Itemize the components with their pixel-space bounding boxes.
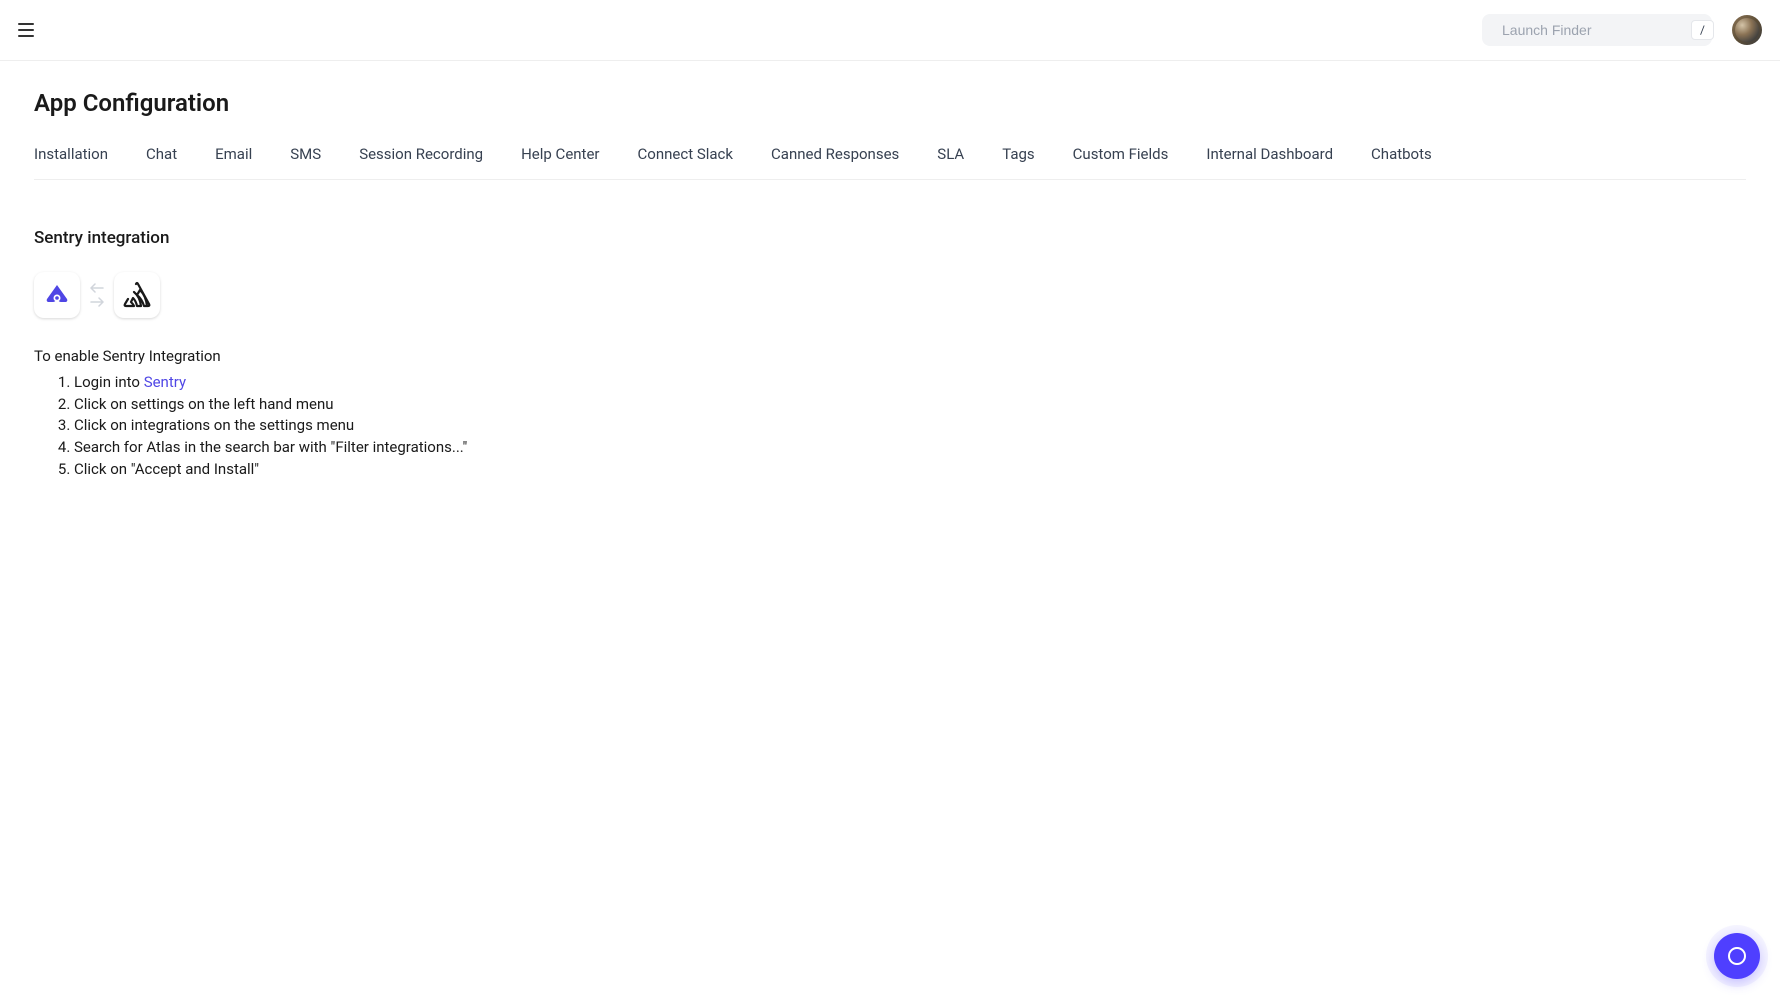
step-item: Click on "Accept and Install" [74, 459, 1746, 481]
header-left [18, 23, 34, 37]
step-item: Click on integrations on the settings me… [74, 415, 1746, 437]
avatar[interactable] [1732, 15, 1762, 45]
tab-canned-responses[interactable]: Canned Responses [771, 145, 899, 179]
integration-logos [34, 272, 1746, 318]
sentry-logo [114, 272, 160, 318]
step-item: Click on settings on the left hand menu [74, 394, 1746, 416]
tabs-bar: Installation Chat Email SMS Session Reco… [34, 145, 1746, 180]
tab-help-center[interactable]: Help Center [521, 145, 599, 179]
tab-installation[interactable]: Installation [34, 145, 108, 179]
search-shortcut-hint: / [1691, 20, 1714, 40]
tab-session-recording[interactable]: Session Recording [359, 145, 483, 179]
sync-arrows-icon [90, 283, 104, 307]
sentry-icon [122, 281, 152, 309]
chat-bubble-icon [1728, 947, 1746, 965]
search-input[interactable] [1502, 22, 1683, 38]
tab-tags[interactable]: Tags [1002, 145, 1034, 179]
tab-internal-dashboard[interactable]: Internal Dashboard [1206, 145, 1333, 179]
tab-sms[interactable]: SMS [290, 145, 321, 179]
page-content: App Configuration Installation Chat Emai… [0, 61, 1780, 509]
chat-fab[interactable] [1714, 933, 1760, 979]
header-right: / [1482, 14, 1762, 46]
tab-custom-fields[interactable]: Custom Fields [1073, 145, 1169, 179]
tab-sla[interactable]: SLA [937, 145, 964, 179]
search-container[interactable]: / [1482, 14, 1712, 46]
atlas-logo [34, 272, 80, 318]
atlas-icon [41, 279, 73, 311]
section-title: Sentry integration [34, 228, 1746, 248]
menu-icon[interactable] [18, 23, 34, 37]
step-item: Login into Sentry [74, 372, 1746, 394]
tab-email[interactable]: Email [215, 145, 252, 179]
step-item: Search for Atlas in the search bar with … [74, 437, 1746, 459]
tab-chat[interactable]: Chat [146, 145, 177, 179]
steps-list: Login into Sentry Click on settings on t… [34, 372, 1746, 481]
tab-connect-slack[interactable]: Connect Slack [638, 145, 734, 179]
tab-chatbots[interactable]: Chatbots [1371, 145, 1432, 179]
page-title: App Configuration [34, 89, 1746, 117]
top-header: / [0, 0, 1780, 61]
sentry-link[interactable]: Sentry [144, 373, 186, 391]
intro-text: To enable Sentry Integration [34, 346, 1746, 368]
